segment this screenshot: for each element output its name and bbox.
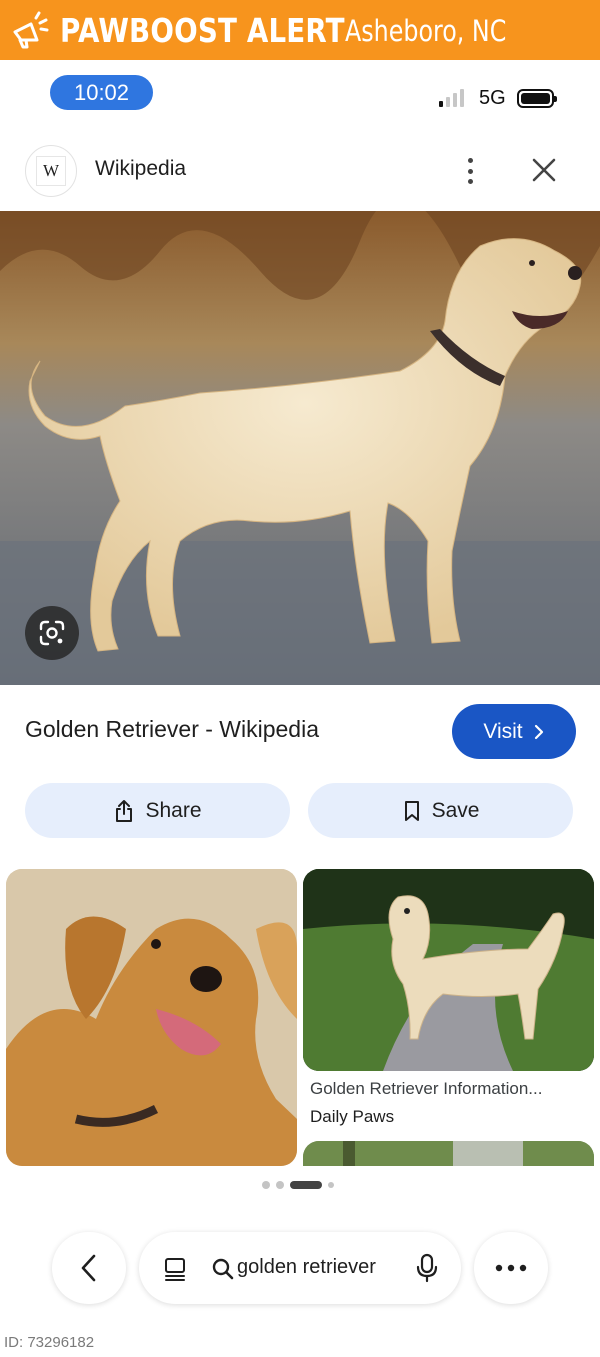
page-dot[interactable] <box>328 1182 334 1188</box>
listing-id: ID: 73296182 <box>4 1334 95 1351</box>
site-name[interactable]: Wikipedia <box>95 157 186 181</box>
tabs-icon[interactable] <box>161 1255 189 1283</box>
bookmark-icon <box>404 800 419 821</box>
back-button[interactable] <box>52 1232 126 1304</box>
result-title[interactable]: Golden Retriever - Wikipedia <box>25 716 319 743</box>
save-label: Save <box>431 798 480 822</box>
pagination-dots <box>262 1181 334 1189</box>
more-button[interactable] <box>474 1232 548 1304</box>
more-horiz-icon <box>495 1264 527 1272</box>
close-icon[interactable] <box>528 154 560 186</box>
related-image-2[interactable] <box>303 869 594 1071</box>
site-logo[interactable]: W <box>25 145 77 197</box>
related-title-2[interactable]: Golden Retriever Information... <box>310 1079 588 1099</box>
visit-button[interactable]: Visit <box>452 704 576 759</box>
search-bar[interactable]: golden retriever <box>139 1232 461 1304</box>
related-image-1[interactable] <box>6 869 297 1166</box>
visit-label: Visit <box>483 719 523 743</box>
share-icon <box>116 799 133 822</box>
microphone-icon[interactable] <box>415 1253 439 1283</box>
share-label: Share <box>145 798 202 822</box>
status-time: 10:02 <box>50 75 153 110</box>
page-dot[interactable] <box>262 1181 270 1189</box>
google-lens-button[interactable] <box>25 606 79 660</box>
page-dot[interactable] <box>276 1181 284 1189</box>
related-source-2: Daily Paws <box>310 1107 395 1126</box>
lens-icon <box>39 620 65 646</box>
share-button[interactable]: Share <box>25 783 290 838</box>
chevron-left-icon <box>81 1254 96 1282</box>
more-options-icon[interactable] <box>458 155 482 187</box>
battery-icon <box>517 89 557 108</box>
result-image[interactable] <box>0 211 600 685</box>
network-type: 5G <box>479 87 506 109</box>
chevron-right-icon <box>534 724 543 739</box>
banner-city: Asheboro, NC <box>345 14 507 48</box>
pawboost-banner: PAWBOOST ALERT Asheboro, NC <box>0 0 600 60</box>
wikipedia-logo-icon: W <box>36 156 66 186</box>
banner-brand: PAWBOOST ALERT <box>60 10 345 50</box>
megaphone-icon <box>8 8 52 52</box>
related-image-3[interactable] <box>303 1141 594 1166</box>
signal-icon <box>439 89 464 107</box>
page-dot-active[interactable] <box>290 1181 322 1189</box>
search-query[interactable]: golden retriever <box>237 1256 376 1279</box>
save-button[interactable]: Save <box>308 783 573 838</box>
search-icon <box>212 1258 234 1280</box>
